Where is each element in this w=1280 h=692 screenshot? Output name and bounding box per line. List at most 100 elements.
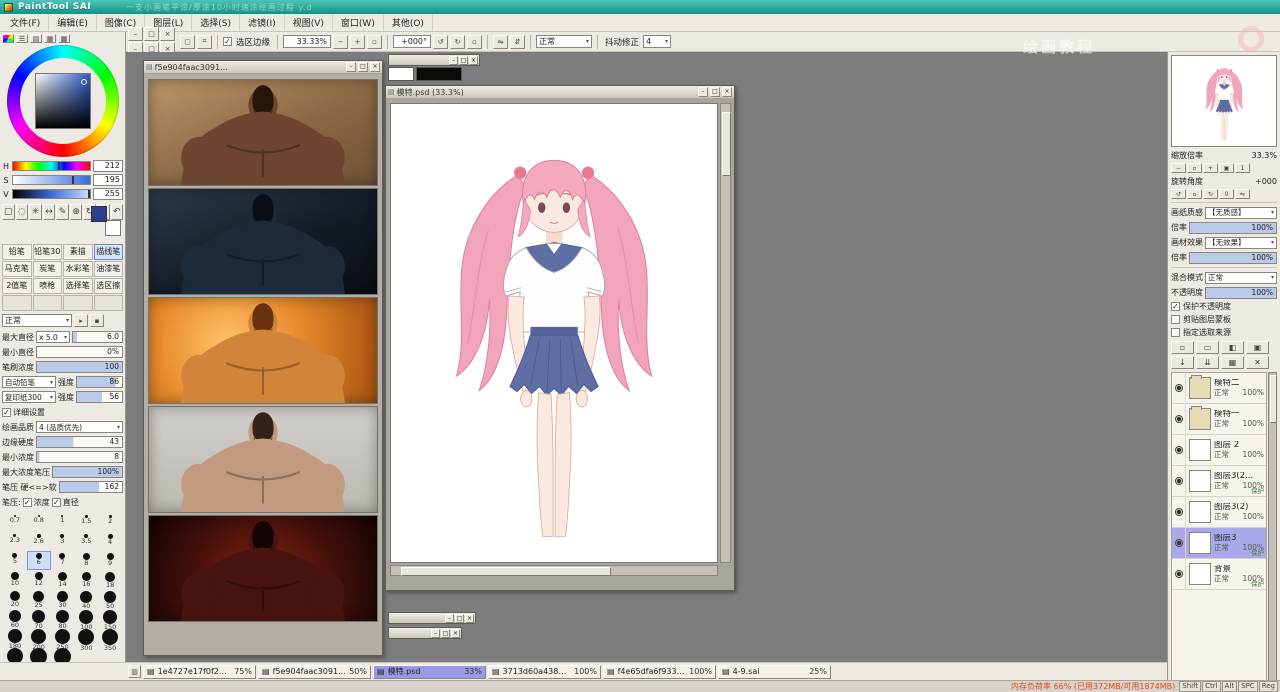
brush-texture2-select[interactable]: 复印纸300 ▾: [2, 391, 56, 403]
brush-tool-button[interactable]: 选区擦: [93, 278, 123, 294]
layer-mask-icon[interactable]: ◧: [1221, 341, 1244, 354]
zoom-out-button[interactable]: −: [333, 34, 349, 49]
zoom-value[interactable]: 33.33%: [283, 35, 332, 48]
brush-tool-button[interactable]: 铅笔: [2, 244, 32, 260]
menu-item[interactable]: 文件(F): [2, 14, 50, 31]
nav-rotate-cw-button[interactable]: ↻: [1203, 189, 1218, 199]
zoom-reset-button[interactable]: ▫: [367, 34, 383, 49]
layer-item[interactable]: 图层3 正常 100% 保护: [1172, 528, 1266, 559]
minimize-button[interactable]: –: [431, 628, 440, 638]
layer-item[interactable]: 背景 正常 100% 保护: [1172, 559, 1266, 590]
brush-tool-button[interactable]: [32, 295, 62, 311]
saturation-slider[interactable]: [12, 175, 91, 185]
merge-down-icon[interactable]: ↓: [1171, 356, 1194, 369]
brush-size-preset[interactable]: 25: [27, 589, 51, 609]
nav-zoom-fit-button[interactable]: ▣: [1219, 163, 1234, 173]
magic-wand-icon[interactable]: ✳: [29, 204, 42, 220]
eyedropper-icon[interactable]: ✎: [56, 204, 69, 220]
pressure-diameter-checkbox[interactable]: [51, 497, 61, 507]
horizontal-scrollbar[interactable]: [390, 565, 718, 576]
paper-scale-slider[interactable]: 100%: [1189, 221, 1277, 234]
marquee-icon[interactable]: ▢: [2, 204, 15, 220]
saturation-value[interactable]: 195: [93, 174, 123, 186]
selection-edge-checkbox[interactable]: [223, 37, 232, 46]
brush-size-preset[interactable]: 4: [98, 532, 122, 551]
brush-size-preset[interactable]: 80: [51, 608, 75, 630]
maximize-button[interactable]: □: [441, 628, 450, 638]
brush-size-preset[interactable]: 0.7: [3, 513, 27, 532]
layer-option-checkbox[interactable]: [1171, 327, 1180, 337]
menu-item[interactable]: 滤镜(I): [240, 14, 285, 31]
move-tool-icon[interactable]: ↔: [42, 204, 56, 220]
rotate-angle-value[interactable]: +000°: [393, 35, 432, 48]
layer-visibility-toggle[interactable]: [1172, 435, 1186, 465]
rgb-slider-tab-icon[interactable]: ☰: [16, 34, 28, 43]
layer-option-checkbox[interactable]: [1171, 301, 1180, 311]
value-value[interactable]: 255: [93, 188, 123, 200]
layer-blend-mode-select[interactable]: 正常 ▾: [1205, 271, 1277, 284]
maximize-button[interactable]: □: [358, 62, 368, 72]
texture2-strength-slider[interactable]: 56: [76, 391, 123, 403]
close-button[interactable]: ×: [451, 628, 460, 638]
document-tab[interactable]: ▤ 4-9.sai 25%: [718, 664, 831, 679]
layer-item[interactable]: 模特一 正常 100%: [1172, 404, 1266, 435]
selection-tool-icon[interactable]: ▢: [180, 34, 195, 49]
brush-size-preset[interactable]: 3: [51, 532, 75, 551]
maximize-button[interactable]: □: [710, 87, 720, 97]
paint-mode-select[interactable]: 正常 ▾: [536, 35, 593, 48]
nav-flip-button[interactable]: ⇋: [1235, 189, 1250, 199]
window-list-icon[interactable]: ▥: [128, 665, 141, 678]
minimized-window-bar[interactable]: – □ ×: [388, 627, 462, 639]
canvas-window[interactable]: ▤ 模特.psd (33.3%) – □ ×: [385, 85, 735, 591]
brush-size-preset[interactable]: 150: [98, 608, 122, 631]
brush-size-preset[interactable]: 18: [98, 570, 122, 589]
paint-quality-select[interactable]: 4 (品质优先) ▾: [36, 421, 123, 433]
maximize-button[interactable]: □: [459, 55, 468, 65]
texture1-strength-slider[interactable]: 86: [76, 376, 123, 388]
color-wheel[interactable]: [6, 45, 119, 157]
nav-zoom-in-button[interactable]: +: [1203, 163, 1218, 173]
delete-layer-icon[interactable]: ✕: [1246, 356, 1269, 369]
color-mixer-tab-icon[interactable]: ▦: [44, 34, 56, 43]
brush-size-preset[interactable]: 180: [3, 627, 27, 650]
min-density-slider[interactable]: 8: [36, 451, 123, 463]
brush-size-preset[interactable]: 60: [3, 608, 27, 629]
rotate-reset-button[interactable]: ▫: [467, 34, 483, 49]
pressure-hard-soft-slider[interactable]: 162: [58, 481, 123, 493]
max-density-pressure-slider[interactable]: 100%: [52, 466, 123, 478]
background-color-swatch[interactable]: [105, 220, 121, 236]
menu-item[interactable]: 视图(V): [285, 14, 333, 31]
reference-window[interactable]: ▤ f5e904faac3091... – □ ×: [143, 60, 383, 656]
vertical-scrollbar[interactable]: [720, 103, 731, 563]
horizontal-scrollbar-thumb[interactable]: [401, 567, 611, 576]
brush-size-preset[interactable]: 7: [51, 551, 75, 570]
hsv-slider-tab-icon[interactable]: ▤: [30, 34, 42, 43]
drawing-canvas[interactable]: [390, 103, 718, 563]
brush-size-preset[interactable]: 200: [27, 627, 51, 651]
minimized-window-bar[interactable]: – □ ×: [388, 612, 476, 624]
saturation-value-square[interactable]: [34, 73, 91, 129]
nav-rotate-ccw-button[interactable]: ↺: [1171, 189, 1186, 199]
brush-size-preset[interactable]: 250: [51, 627, 75, 651]
close-button[interactable]: ×: [722, 87, 732, 97]
mdi-restore-button[interactable]: □: [144, 27, 159, 41]
black-swatch[interactable]: [416, 67, 462, 81]
brush-size-preset[interactable]: 6: [26, 551, 51, 570]
canvas-window-titlebar[interactable]: ▤ 模特.psd (33.3%) – □ ×: [386, 86, 734, 99]
brush-texture1-select[interactable]: 自动铅笔 ▾: [2, 376, 56, 388]
brush-size-preset[interactable]: 500: [51, 646, 75, 662]
brush-size-preset[interactable]: 9: [98, 551, 122, 570]
brush-tool-button[interactable]: 马克笔: [2, 261, 32, 277]
layer-item[interactable]: 图层3(2... 正常 100% 保护: [1172, 466, 1266, 497]
brush-tool-button[interactable]: 水彩笔: [63, 261, 93, 277]
brush-size-preset[interactable]: 50: [98, 589, 122, 610]
layer-visibility-toggle[interactable]: [1172, 373, 1186, 403]
close-button[interactable]: ×: [465, 613, 474, 623]
brush-tool-button[interactable]: 2值笔: [2, 278, 32, 294]
layer-item[interactable]: 模特二 正常 100%: [1172, 373, 1266, 404]
nav-zoom-out-button[interactable]: −: [1171, 163, 1186, 173]
layer-option-row[interactable]: 保护不透明度: [1171, 300, 1277, 312]
brush-size-preset[interactable]: 8: [74, 551, 98, 570]
brush-size-preset[interactable]: 100: [74, 608, 98, 631]
brush-density-slider[interactable]: 100: [36, 361, 123, 373]
